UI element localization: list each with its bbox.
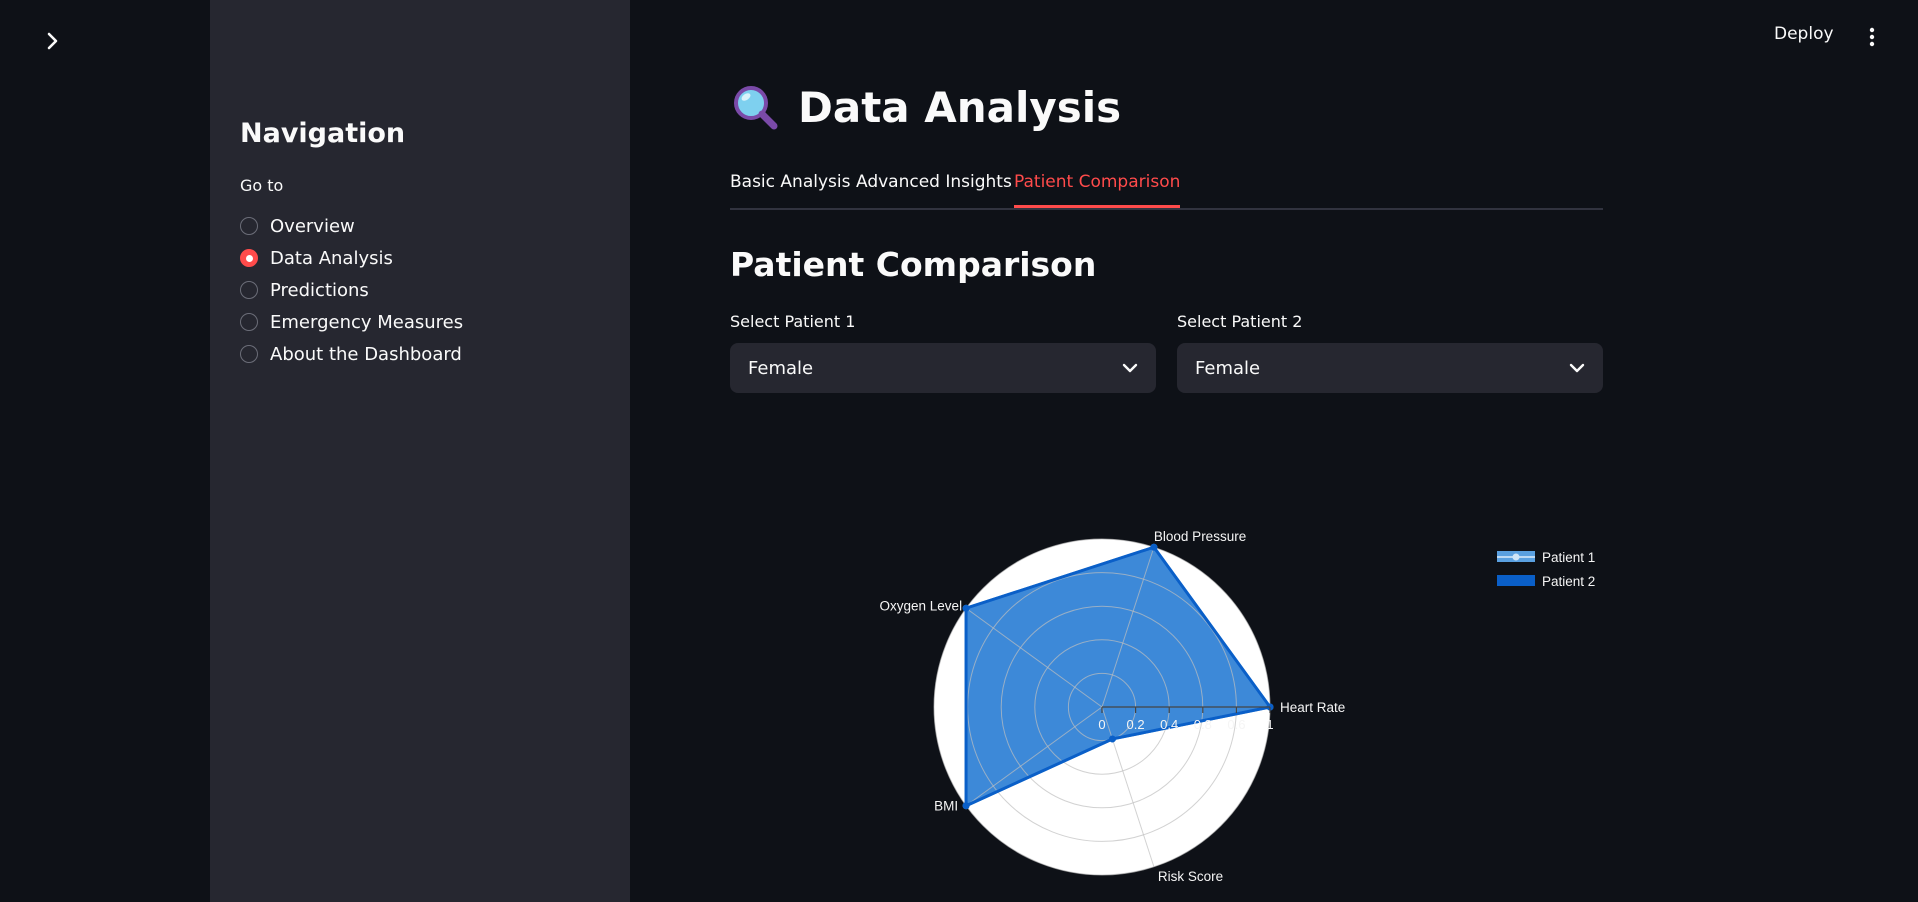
deploy-button[interactable]: Deploy [1774,24,1834,44]
tab-advanced-insights[interactable]: Advanced Insights [856,172,1012,205]
nav-radio-predictions[interactable]: Predictions [240,274,463,306]
legend-marker [1512,577,1520,585]
radio-button-icon [240,217,258,235]
select-patient-1-label: Select Patient 1 [730,312,856,331]
sidebar: Navigation Go to Overview Data Analysis … [210,0,630,902]
tab-bar: Basic Analysis Advanced Insights Patient… [730,160,1603,210]
radial-tick-label: 0.8 [1194,717,1212,732]
tab-divider [730,208,1603,210]
expand-sidebar-button[interactable] [40,28,66,54]
page-header: Data Analysis [730,82,1121,132]
radial-tick-label: 0.4 [1160,717,1178,732]
radio-label: About the Dashboard [270,343,462,365]
radar-axis-label: BMI [934,799,958,814]
radio-button-selected-icon [240,249,258,267]
magnifying-glass-icon [734,86,778,130]
radar-chart-svg: 0 0.2 0.4 0.8 0.6 1 Heart Rate Blood Pressure Ox… [880,529,1596,884]
legend-label: Patient 1 [1542,550,1595,565]
select-value: Female [1195,357,1261,379]
radial-tick-label: 1 [1266,717,1273,732]
radio-label: Emergency Measures [270,311,464,333]
legend-label: Patient 2 [1542,574,1595,589]
radio-label: Data Analysis [270,247,393,269]
radar-data-point [962,604,970,612]
chevron-right-icon [47,32,58,50]
nav-radio-group: Overview Data Analysis Predictions Emerg… [240,210,463,370]
radar-data-point [962,802,970,810]
radio-group-label: Go to [240,176,284,195]
radio-button-icon [240,345,258,363]
tab-basic-analysis[interactable]: Basic Analysis [730,172,850,205]
kebab-menu-icon [1869,27,1875,47]
sidebar-title: Navigation [240,118,406,149]
collapsed-strip [0,0,210,902]
radar-chart: 0 0.2 0.4 0.8 0.6 1 Heart Rate Blood Pressure Ox… [730,420,1610,902]
nav-radio-overview[interactable]: Overview [240,210,463,242]
radial-tick-label: 0 [1098,717,1105,732]
radial-tick-label: 0.2 [1127,717,1145,732]
select-patient-1[interactable]: Female [730,343,1156,393]
radar-data-point [1108,735,1116,743]
nav-radio-data-analysis[interactable]: Data Analysis [240,242,463,274]
app-window: Navigation Go to Overview Data Analysis … [0,0,1918,902]
radio-label: Predictions [270,279,369,301]
legend-marker [1512,553,1520,561]
chevron-down-icon [1122,363,1138,373]
radar-data-point [1150,543,1158,551]
nav-radio-about[interactable]: About the Dashboard [240,338,463,370]
nav-radio-emergency-measures[interactable]: Emergency Measures [240,306,463,338]
main-menu-button[interactable] [1862,24,1882,50]
chevron-down-icon [1569,363,1585,373]
select-patient-2-label: Select Patient 2 [1177,312,1303,331]
radio-label: Overview [270,215,355,237]
section-title: Patient Comparison [730,245,1097,284]
radial-tick-label: 0.6 [1227,717,1245,732]
radar-axis-label: Risk Score [1158,869,1223,884]
tab-patient-comparison[interactable]: Patient Comparison [1014,172,1181,208]
radio-button-icon [240,281,258,299]
radar-axis-label: Blood Pressure [1154,529,1246,544]
radio-button-icon [240,313,258,331]
radar-axis-label: Heart Rate [1280,700,1345,715]
page-title: Data Analysis [798,82,1122,132]
radar-axis-label: Oxygen Level [880,598,963,613]
select-patient-2[interactable]: Female [1177,343,1603,393]
select-value: Female [748,357,814,379]
